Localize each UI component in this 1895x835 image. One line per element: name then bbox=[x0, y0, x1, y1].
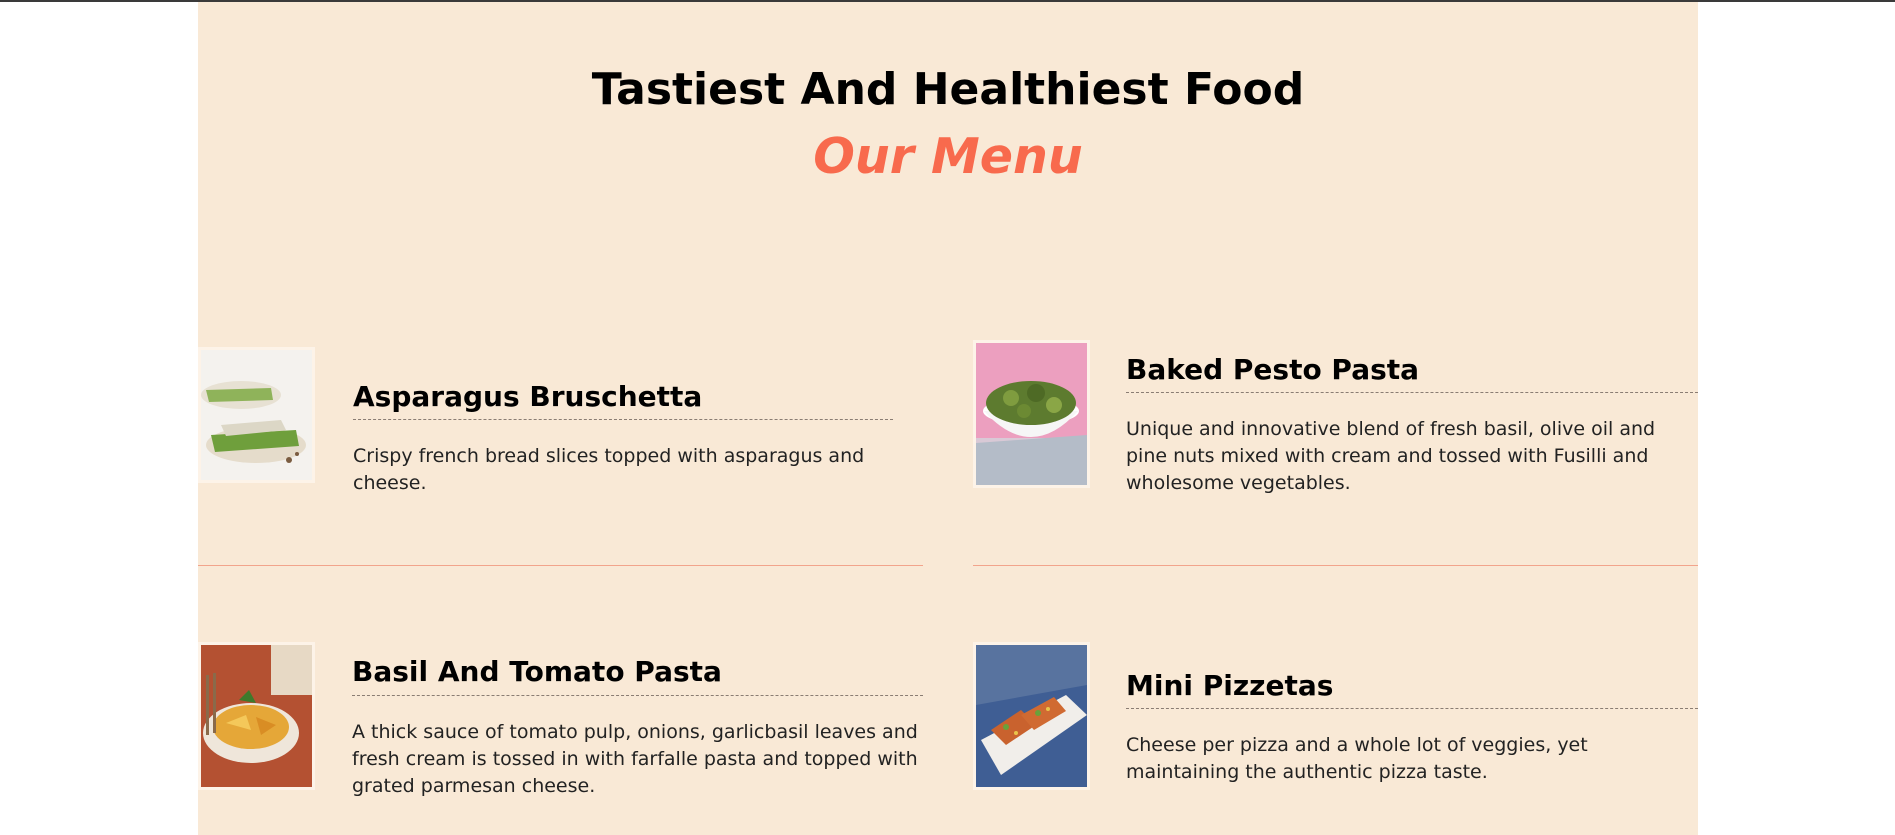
item-description: Cheese per pizza and a whole lot of vegg… bbox=[1126, 734, 1588, 783]
item-name: Mini Pizzetas bbox=[1126, 669, 1334, 702]
item-name-underline bbox=[1126, 392, 1698, 393]
item-name: Asparagus Bruschetta bbox=[353, 380, 703, 413]
item-description: Crispy french bread slices topped with a… bbox=[353, 445, 865, 494]
item-name-underline bbox=[353, 419, 893, 420]
section-title: Tastiest And Healthiest Food bbox=[591, 64, 1305, 115]
row-divider-right bbox=[973, 565, 1698, 566]
item-name-underline bbox=[1126, 708, 1698, 709]
item-name: Basil And Tomato Pasta bbox=[352, 655, 722, 688]
item-description: A thick sauce of tomato pulp, onions, ga… bbox=[352, 721, 918, 797]
mini-pizzetas-image[interactable] bbox=[973, 642, 1090, 790]
item-name-underline bbox=[352, 695, 923, 696]
baked-pesto-pasta-image[interactable] bbox=[973, 340, 1090, 488]
item-name: Baked Pesto Pasta bbox=[1126, 353, 1420, 386]
row-divider-left bbox=[198, 565, 923, 566]
menu-section: Tastiest And Healthiest Food Our Menu As… bbox=[198, 2, 1698, 835]
item-description: Unique and innovative blend of fresh bas… bbox=[1126, 418, 1656, 494]
asparagus-bruschetta-image[interactable] bbox=[198, 347, 315, 483]
section-subtitle: Our Menu bbox=[813, 128, 1083, 185]
basil-tomato-pasta-image[interactable] bbox=[198, 642, 315, 790]
